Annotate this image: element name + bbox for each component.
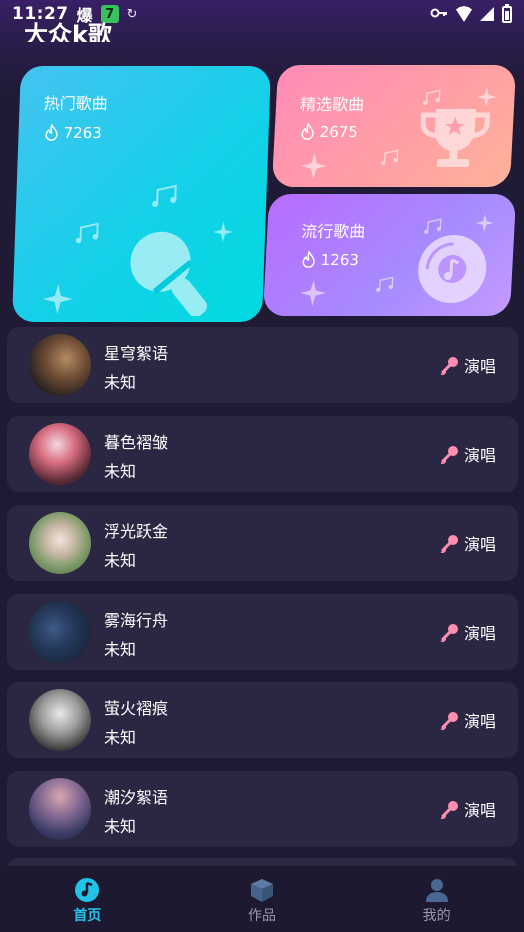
music-note-icon bbox=[75, 222, 99, 244]
song-cover-avatar bbox=[29, 601, 91, 663]
nav-home[interactable]: 首页 bbox=[0, 866, 175, 932]
category-count-value: 2675 bbox=[319, 123, 359, 141]
category-count-value: 7263 bbox=[63, 124, 103, 142]
sing-button-label: 演唱 bbox=[463, 535, 496, 554]
song-name: 雾海行舟 bbox=[104, 611, 169, 630]
flame-icon bbox=[302, 251, 315, 268]
vpn-key-icon bbox=[430, 5, 448, 23]
person-icon bbox=[425, 879, 448, 902]
song-list-item[interactable]: 星穹絮语 未知 演唱 bbox=[7, 327, 518, 403]
microphone-icon bbox=[440, 535, 458, 553]
signal-icon bbox=[480, 7, 494, 21]
music-disc-icon bbox=[75, 878, 100, 902]
sing-button-label: 演唱 bbox=[463, 712, 496, 731]
sing-button[interactable]: 演唱 bbox=[440, 442, 496, 466]
sparkle-icon bbox=[300, 153, 327, 179]
disc-icon bbox=[418, 235, 487, 303]
microphone-icon bbox=[440, 624, 458, 642]
song-name: 浮光跃金 bbox=[104, 522, 169, 541]
music-note-icon bbox=[152, 184, 177, 207]
song-list-item[interactable]: 潮汐絮语 未知 演唱 bbox=[7, 771, 518, 847]
sing-button[interactable]: 演唱 bbox=[440, 620, 496, 644]
microphone-icon bbox=[440, 446, 458, 464]
sparkle-icon bbox=[476, 87, 497, 107]
sing-button[interactable]: 演唱 bbox=[440, 353, 496, 377]
microphone-icon bbox=[440, 801, 458, 819]
microphone-icon bbox=[130, 231, 207, 316]
sparkle-icon bbox=[300, 280, 327, 306]
bottom-nav: 首页 作品 我的 bbox=[0, 866, 524, 932]
nav-label: 首页 bbox=[73, 908, 102, 924]
song-artist: 未知 bbox=[104, 462, 137, 481]
song-name: 萤火褶痕 bbox=[104, 699, 169, 718]
nav-label: 我的 bbox=[422, 908, 451, 924]
music-note-icon bbox=[376, 276, 394, 292]
song-list-item[interactable]: 雾海行舟 未知 演唱 bbox=[7, 594, 518, 670]
sparkle-icon bbox=[475, 214, 494, 232]
nav-works[interactable]: 作品 bbox=[175, 866, 350, 932]
song-name: 暮色褶皱 bbox=[104, 433, 169, 452]
song-artist: 未知 bbox=[104, 640, 137, 659]
category-count: 1263 bbox=[299, 251, 359, 269]
category-count-value: 1263 bbox=[320, 251, 360, 269]
sing-button-label: 演唱 bbox=[463, 357, 496, 376]
battery-icon bbox=[502, 3, 512, 23]
sing-button-label: 演唱 bbox=[463, 624, 496, 643]
flame-icon bbox=[45, 124, 58, 141]
song-cover-avatar bbox=[29, 423, 91, 485]
trophy-icon bbox=[420, 109, 491, 167]
song-artist: 未知 bbox=[104, 728, 137, 747]
category-card-featured[interactable]: 精选歌曲 2675 bbox=[271, 65, 517, 187]
sync-icon: ↻ bbox=[126, 6, 138, 22]
category-card-pop[interactable]: 流行歌曲 1263 bbox=[262, 194, 517, 316]
home-screen: 11:27 爆 7 ↻ 大众k歌 热门歌曲 7263 精选歌曲 2675 流行歌… bbox=[0, 0, 524, 932]
sing-button-label: 演唱 bbox=[463, 446, 496, 465]
flame-icon bbox=[301, 123, 314, 140]
song-list-item[interactable]: 暮色褶皱 未知 演唱 bbox=[7, 416, 518, 492]
song-list-item[interactable]: 萤火褶痕 未知 演唱 bbox=[7, 682, 518, 758]
nav-profile[interactable]: 我的 bbox=[349, 866, 524, 932]
sing-button-label: 演唱 bbox=[463, 801, 496, 820]
category-count: 2675 bbox=[298, 123, 358, 141]
cube-icon bbox=[251, 879, 273, 902]
category-count: 7263 bbox=[42, 124, 102, 142]
app-title: 大众k歌 bbox=[24, 21, 112, 42]
wifi-icon bbox=[456, 6, 472, 22]
song-name: 星穹絮语 bbox=[104, 344, 169, 363]
song-list-item[interactable]: 浮光跃金 未知 演唱 bbox=[7, 505, 518, 581]
sing-button[interactable]: 演唱 bbox=[440, 797, 496, 821]
sing-button[interactable]: 演唱 bbox=[440, 708, 496, 732]
song-cover-avatar bbox=[29, 512, 91, 574]
microphone-icon bbox=[440, 357, 458, 375]
microphone-icon bbox=[440, 712, 458, 730]
song-artist: 未知 bbox=[104, 373, 137, 392]
sing-button[interactable]: 演唱 bbox=[440, 531, 496, 555]
song-artist: 未知 bbox=[104, 551, 137, 570]
song-cover-avatar bbox=[29, 334, 91, 396]
category-title: 流行歌曲 bbox=[300, 222, 366, 241]
nav-label: 作品 bbox=[248, 908, 276, 924]
song-cover-avatar bbox=[29, 689, 91, 751]
song-artist: 未知 bbox=[104, 817, 137, 836]
song-cover-avatar bbox=[29, 778, 91, 840]
category-title: 热门歌曲 bbox=[43, 94, 108, 113]
sparkle-icon bbox=[42, 284, 73, 314]
category-title: 精选歌曲 bbox=[299, 95, 365, 114]
music-note-icon bbox=[381, 149, 399, 165]
song-name: 潮汐絮语 bbox=[104, 788, 169, 807]
category-card-hot[interactable]: 热门歌曲 7263 bbox=[12, 66, 271, 322]
